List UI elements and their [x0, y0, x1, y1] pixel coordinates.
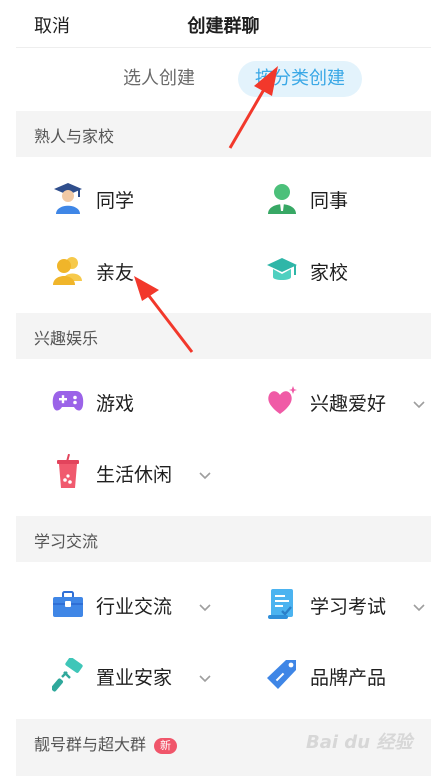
- briefcase-icon: [52, 584, 84, 624]
- gamepad-icon: [52, 381, 84, 421]
- section-header-interests: 兴趣娱乐: [16, 313, 431, 359]
- price-tag-icon: [266, 655, 298, 695]
- chevron-down-icon[interactable]: [412, 598, 426, 617]
- category-item-exams[interactable]: 学习考试: [266, 584, 426, 624]
- paint-roller-icon: [52, 655, 84, 695]
- section-title: 兴趣娱乐: [34, 329, 99, 348]
- tab-by-category[interactable]: 按分类创建: [238, 61, 362, 97]
- family-friends-icon: [52, 250, 84, 290]
- item-label: 行业交流: [96, 596, 173, 618]
- category-item-home-school[interactable]: 家校: [266, 250, 416, 290]
- section-title: 熟人与家校: [34, 127, 115, 146]
- category-item-coworkers[interactable]: 同事: [266, 178, 416, 218]
- category-item-classmates[interactable]: 同学: [52, 178, 232, 218]
- mortarboard-icon: [266, 250, 298, 290]
- item-label: 学习考试: [310, 596, 387, 618]
- coworker-icon: [266, 178, 298, 218]
- page-title: 创建群聊: [187, 16, 260, 37]
- section-title: 靓号群与超大群: [34, 735, 147, 754]
- item-label: 生活休闲: [96, 464, 173, 486]
- section-header-learning: 学习交流: [16, 516, 431, 562]
- bubble-tea-icon: [52, 452, 84, 492]
- category-item-industry[interactable]: 行业交流: [52, 584, 252, 624]
- category-item-real-estate[interactable]: 置业安家: [52, 655, 252, 695]
- create-mode-tabs: 选人创建 按分类创建: [16, 49, 431, 109]
- item-label: 同学: [96, 190, 135, 212]
- item-label: 家校: [310, 262, 349, 284]
- category-item-family-friends[interactable]: 亲友: [52, 250, 232, 290]
- item-label: 兴趣爱好: [310, 393, 387, 415]
- category-item-brands[interactable]: 品牌产品: [266, 655, 426, 695]
- item-label: 游戏: [96, 393, 135, 415]
- chevron-down-icon[interactable]: [198, 669, 212, 688]
- chevron-down-icon[interactable]: [198, 466, 212, 485]
- create-group-screen: 取消 创建群聊 选人创建 按分类创建 熟人与家校 同学 同事 亲友 家校 兴趣娱…: [16, 0, 431, 776]
- heart-sparkle-icon: [266, 381, 298, 421]
- item-label: 同事: [310, 190, 349, 212]
- graduate-icon: [52, 178, 84, 218]
- item-label: 置业安家: [96, 667, 173, 689]
- top-bar: 取消 创建群聊: [16, 0, 431, 48]
- tab-select-person[interactable]: 选人创建: [104, 61, 214, 97]
- exam-scroll-icon: [266, 584, 298, 624]
- category-item-games[interactable]: 游戏: [52, 381, 232, 421]
- item-label: 品牌产品: [310, 667, 387, 689]
- chevron-down-icon[interactable]: [198, 598, 212, 617]
- category-item-hobbies[interactable]: 兴趣爱好: [266, 381, 426, 421]
- watermark: Bai du 经验: [306, 732, 413, 753]
- section-title: 学习交流: [34, 532, 99, 551]
- item-label: 亲友: [96, 262, 135, 284]
- category-item-lifestyle[interactable]: 生活休闲: [52, 452, 252, 492]
- chevron-down-icon[interactable]: [412, 395, 426, 414]
- new-badge: 新: [154, 738, 177, 754]
- section-header-acquaintances: 熟人与家校: [16, 111, 431, 157]
